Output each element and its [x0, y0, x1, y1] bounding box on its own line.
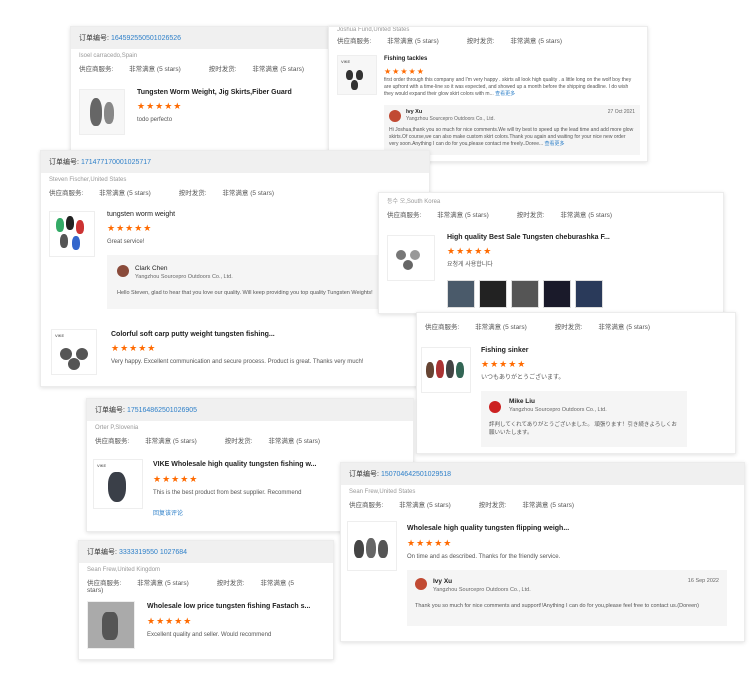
product-thumbnail[interactable]: VIKE	[337, 55, 377, 95]
review-text: 요청게 사용합니다	[447, 262, 493, 268]
product-title[interactable]: Wholesale low price tungsten fishing Fas…	[147, 603, 310, 610]
review-text: Great service!	[107, 239, 145, 245]
reply-name: Mike Liu	[509, 398, 536, 405]
rating-stars: ★★★★★	[481, 359, 527, 369]
product-title[interactable]: High quality Best Sale Tungsten cheburas…	[447, 234, 610, 241]
order-number[interactable]: 171477170001025717	[81, 159, 151, 166]
seller-reply: Mike Liu Yangzhou Sourcepro Outdoors Co.…	[481, 391, 687, 447]
review-text: todo perfecto	[137, 117, 173, 123]
product-thumbnail[interactable]	[347, 521, 397, 571]
review-card-2: Joshua Fund,United States 供应商服务: 非常满意 (5…	[328, 26, 648, 162]
review-card-4: 등수 오,South Korea 供应商服务: 非常满意 (5 stars) 按时…	[378, 192, 724, 314]
reply-company: Yangzhou Sourcepro Outdoors Co., Ltd.	[406, 116, 495, 122]
review-photo-5[interactable]	[575, 280, 603, 308]
review-text: Excellent quality and seller. Would reco…	[147, 632, 272, 638]
product-title-2[interactable]: Colorful soft carp putty weight tungsten…	[111, 331, 275, 338]
rating-stars: ★★★★★	[384, 67, 425, 76]
product-title[interactable]: Fishing sinker	[481, 347, 528, 354]
reply-date: 16 Sep 2022	[687, 578, 719, 584]
reply-date: 27 Oct 2021	[607, 109, 635, 115]
order-label: 订单编号:	[87, 549, 117, 556]
review-text: This is the best product from best suppl…	[153, 490, 302, 496]
buyer-name: Orter P,Slovenia	[95, 425, 139, 431]
product-thumbnail[interactable]	[87, 601, 135, 649]
order-label: 订单编号:	[79, 35, 109, 42]
reply-name: Clark Chen	[135, 265, 168, 272]
order-number[interactable]: 164592550501026526	[111, 35, 181, 42]
seller-reply: Ivy Xu Yangzhou Sourcepro Outdoors Co., …	[384, 105, 640, 155]
rating-stars: ★★★★★	[147, 616, 193, 626]
seller-reply: Ivy Xu Yangzhou Sourcepro Outdoors Co., …	[407, 570, 727, 626]
reply-name: Ivy Xu	[433, 578, 453, 585]
order-label: 订单编号:	[49, 159, 79, 166]
review-text: いつもありがとうございます。	[481, 375, 565, 381]
rating-stars: ★★★★★	[407, 538, 453, 548]
order-label: 订单编号:	[95, 407, 125, 414]
product-title[interactable]: Wholesale high quality tungsten flipping…	[407, 525, 569, 532]
avatar	[117, 265, 129, 277]
order-number[interactable]: 150704642501029518	[381, 471, 451, 478]
show-more-link[interactable]: 查看更多	[545, 141, 565, 147]
product-thumbnail-2[interactable]: VIKE	[51, 329, 97, 375]
reply-company: Yangzhou Sourcepro Outdoors Co., Ltd.	[433, 587, 531, 593]
review-photo-2[interactable]	[479, 280, 507, 308]
rating-stars-2: ★★★★★	[111, 343, 157, 353]
review-card-1: 订单编号: 164592550501026526 Isoel carracedo,…	[70, 26, 342, 152]
avatar	[389, 110, 401, 122]
product-title[interactable]: VIKE Wholesale high quality tungsten fis…	[153, 461, 316, 468]
product-title[interactable]: Fishing tackles	[384, 56, 427, 62]
review-photo-1[interactable]	[447, 280, 475, 308]
rating-stars: ★★★★★	[137, 101, 183, 111]
buyer-name: Sean Frew,United Kingdom	[87, 567, 161, 573]
product-title[interactable]: Tungsten Worm Weight, Jig Skirts,Fiber G…	[137, 89, 292, 96]
reply-company: Yangzhou Sourcepro Outdoors Co., Ltd.	[509, 407, 607, 413]
product-thumbnail[interactable]	[79, 89, 125, 135]
review-text-2: Very happy. Excellent communication and …	[111, 359, 364, 365]
order-number[interactable]: 3333319550 1027684	[119, 549, 187, 556]
review-card-7: 订单编号: 150704642501029518 Sean Frew,United…	[340, 462, 745, 642]
review-text: first order through this company and I'm…	[384, 77, 632, 97]
review-card-3: 订单编号: 171477170001025717 Steven Fischer,U…	[40, 150, 430, 387]
reply-link[interactable]: 回复该评论	[153, 510, 183, 518]
reply-text: 評判してくれてありがとうございました。 頑張ります！引き続きよろしくお願いいたし…	[489, 422, 677, 436]
buyer-name: Isoel carracedo,Spain	[79, 53, 138, 59]
review-photo-4[interactable]	[543, 280, 571, 308]
order-number[interactable]: 175164862501026905	[127, 407, 197, 414]
product-thumbnail[interactable]	[49, 211, 95, 257]
show-more-link[interactable]: 查看更多	[495, 91, 515, 97]
rating-stars: ★★★★★	[447, 246, 493, 256]
product-thumbnail[interactable]	[421, 347, 471, 393]
reply-text: Hi Joshua,thank you so much for nice com…	[389, 127, 634, 147]
review-text: On time and as described. Thanks for the…	[407, 554, 561, 560]
review-card-8: 订单编号: 3333319550 1027684 Sean Frew,United…	[78, 540, 334, 660]
product-thumbnail[interactable]	[387, 235, 435, 281]
buyer-name: Sean Frew,United States	[349, 489, 416, 495]
avatar	[489, 401, 501, 413]
buyer-name: Steven Fischer,United States	[49, 177, 127, 183]
review-photo-3[interactable]	[511, 280, 539, 308]
rating-stars: ★★★★★	[107, 223, 153, 233]
avatar	[415, 578, 427, 590]
reply-name: Ivy Xu	[406, 109, 423, 115]
product-title[interactable]: tungsten worm weight	[107, 211, 175, 218]
review-card-5: 供应商服务: 非常满意 (5 stars) 按时发货: 非常满意 (5 stars…	[416, 312, 736, 454]
reply-text: Thank you so much for nice comments and …	[415, 603, 700, 609]
rating-stars: ★★★★★	[153, 474, 199, 484]
order-label: 订单编号:	[349, 471, 379, 478]
buyer-name: 등수 오,South Korea	[387, 199, 441, 205]
reply-company: Yangzhou Sourcepro Outdoors Co., Ltd.	[135, 274, 233, 280]
product-thumbnail[interactable]: VIKE	[93, 459, 143, 509]
